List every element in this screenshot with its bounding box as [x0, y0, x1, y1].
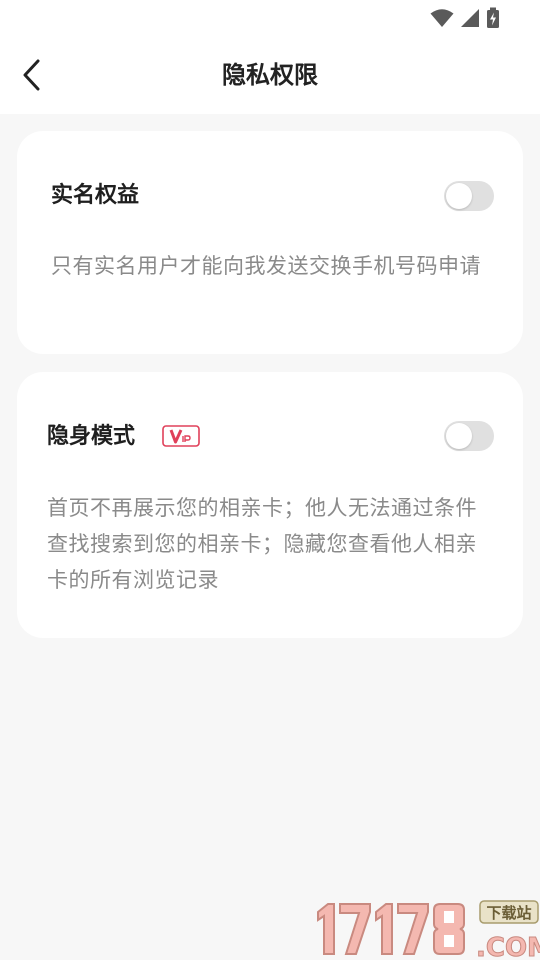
setting-card-real-name: 实名权益 只有实名用户才能向我发送交换手机号码申请: [17, 131, 523, 354]
setting-description: 首页不再展示您的相亲卡；他人无法通过条件查找搜索到您的相亲卡；隐藏您查看他人相亲…: [47, 496, 477, 592]
setting-card-stealth-mode: 隐身模式 首页不再展示您的相亲卡；他人无法通过条件查找搜索到您的相亲卡；隐藏您查…: [17, 372, 523, 638]
wifi-icon: [430, 9, 454, 27]
signal-icon: [461, 9, 479, 27]
real-name-toggle[interactable]: [444, 181, 494, 211]
setting-description: 只有实名用户才能向我发送交换手机号码申请: [51, 254, 481, 278]
setting-title: 实名权益: [51, 183, 140, 208]
status-icons: [430, 7, 500, 29]
status-bar: [0, 0, 540, 36]
toggle-knob: [446, 423, 472, 449]
vip-badge-icon: [162, 425, 200, 447]
svg-text:下载站: 下载站: [486, 904, 531, 922]
svg-text:.COM: .COM: [476, 933, 540, 960]
site-watermark-logo: 下载站 .COM: [317, 900, 540, 960]
battery-charging-icon: [487, 7, 499, 28]
setting-title: 隐身模式: [47, 424, 136, 449]
toggle-knob: [446, 183, 472, 209]
stealth-mode-toggle[interactable]: [444, 421, 494, 451]
header-bar: 隐私权限: [0, 36, 540, 114]
page-title: 隐私权限: [222, 61, 318, 89]
